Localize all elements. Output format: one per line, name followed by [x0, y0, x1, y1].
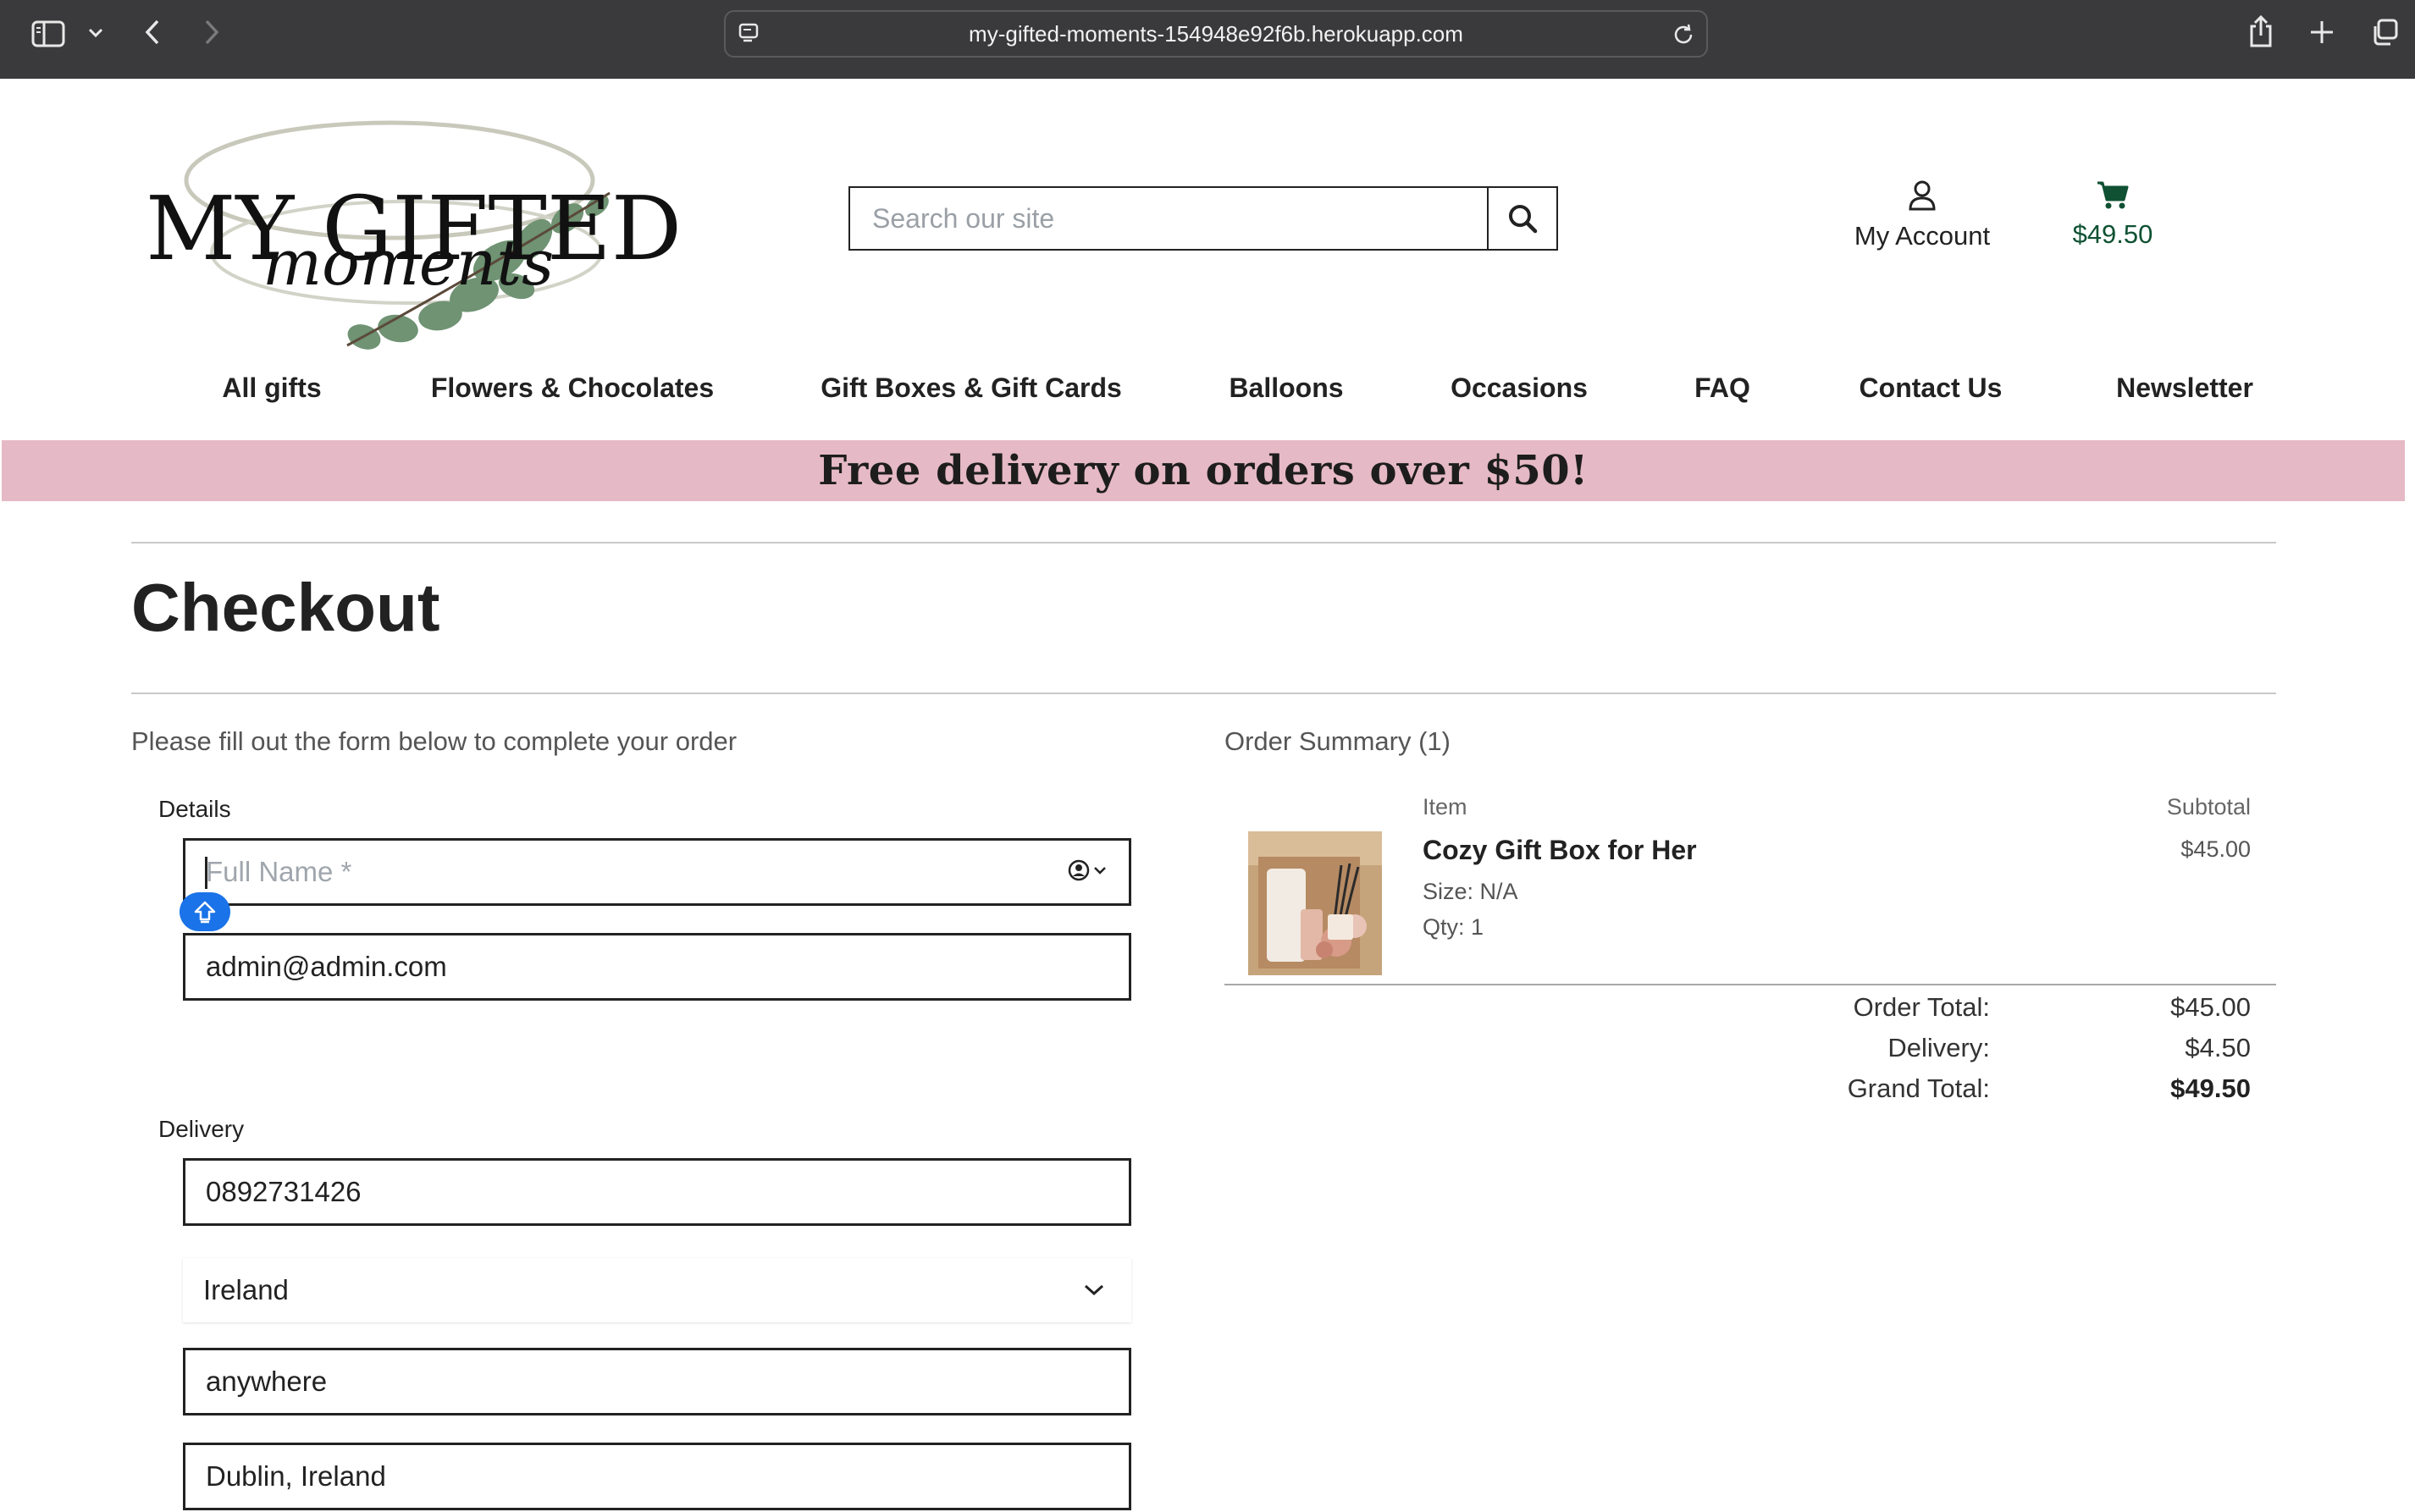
- cart-icon: [2097, 181, 2129, 209]
- browser-toolbar: my-gifted-moments-154948e92f6b.herokuapp…: [0, 0, 2415, 79]
- search-input[interactable]: [850, 188, 1487, 249]
- street-address-input[interactable]: [185, 1350, 1129, 1413]
- form-intro: Please fill out the form below to comple…: [131, 726, 738, 756]
- share-icon[interactable]: [2244, 12, 2278, 51]
- back-icon[interactable]: [135, 15, 169, 49]
- site-logo[interactable]: MY GIFTED moments: [135, 100, 682, 354]
- nav-balloons[interactable]: Balloons: [1229, 372, 1343, 404]
- grand-total-label: Grand Total:: [1847, 1073, 1990, 1103]
- logo-script: moments: [262, 227, 554, 300]
- autofill-contact-icon[interactable]: [1068, 859, 1107, 881]
- cart-total: $49.50: [2072, 219, 2153, 249]
- nav-newsletter[interactable]: Newsletter: [2116, 372, 2253, 404]
- product-name: Cozy Gift Box for Her: [1423, 835, 1697, 865]
- search-button[interactable]: [1487, 186, 1558, 251]
- forward-icon[interactable]: [195, 15, 229, 49]
- search-field[interactable]: [848, 186, 1489, 251]
- divider: [131, 693, 2276, 694]
- order-total-label: Order Total:: [1853, 992, 1990, 1022]
- main-nav: All gifts Flowers & Chocolates Gift Boxe…: [0, 372, 2415, 415]
- chevron-down-icon[interactable]: [83, 20, 108, 46]
- nav-occasions[interactable]: Occasions: [1451, 372, 1588, 404]
- url-text: my-gifted-moments-154948e92f6b.herokuapp…: [969, 20, 1463, 47]
- delivery-section-label: Delivery: [158, 1116, 245, 1142]
- chevron-down-icon: [1084, 1284, 1104, 1296]
- cart-link[interactable]: $49.50: [2049, 179, 2176, 264]
- full-name-input[interactable]: [185, 841, 1129, 903]
- tab-overview-icon[interactable]: [2368, 15, 2401, 49]
- nav-contact-us[interactable]: Contact Us: [1860, 372, 2003, 404]
- order-total-value: $45.00: [2170, 992, 2251, 1022]
- page-title: Checkout: [131, 570, 440, 645]
- nav-faq[interactable]: FAQ: [1694, 372, 1750, 404]
- item-column-header: Item: [1423, 794, 1467, 819]
- country-select-value: Ireland: [203, 1274, 289, 1305]
- product-subtotal: $45.00: [2180, 836, 2251, 862]
- address-bar[interactable]: my-gifted-moments-154948e92f6b.herokuapp…: [724, 10, 1708, 58]
- autofill-key-icon[interactable]: [180, 892, 230, 931]
- promo-banner: Free delivery on orders over $50!: [2, 440, 2405, 501]
- country-select[interactable]: Ireland: [183, 1258, 1131, 1322]
- phone-field[interactable]: [183, 1158, 1131, 1226]
- town-field[interactable]: [183, 1443, 1131, 1510]
- email-field[interactable]: [183, 933, 1131, 1001]
- promo-banner-text: Free delivery on orders over $50!: [818, 447, 1589, 494]
- nav-all-gifts[interactable]: All gifts: [222, 372, 321, 404]
- subtotal-column-header: Subtotal: [2166, 794, 2251, 819]
- search-icon: [1509, 205, 1538, 234]
- divider: [131, 542, 2276, 544]
- reload-icon[interactable]: [1671, 22, 1696, 52]
- grand-total-value: $49.50: [2170, 1073, 2251, 1103]
- product-qty: Qty: 1: [1423, 914, 1484, 940]
- product-size: Size: N/A: [1423, 879, 1518, 904]
- email-input[interactable]: [185, 935, 1129, 998]
- user-icon: [1909, 180, 1936, 211]
- delivery-value: $4.50: [2185, 1033, 2251, 1062]
- street-address-field[interactable]: [183, 1348, 1131, 1415]
- my-account-label: My Account: [1854, 221, 1991, 251]
- full-name-field[interactable]: [183, 838, 1131, 906]
- text-cursor: [205, 857, 207, 889]
- town-input[interactable]: [185, 1445, 1129, 1508]
- details-section-label: Details: [158, 796, 231, 822]
- order-summary-title: Order Summary (1): [1224, 726, 1451, 756]
- sidebar-toggle-icon[interactable]: [29, 17, 68, 51]
- my-account-link[interactable]: My Account: [1838, 179, 2007, 264]
- summary-divider: [1224, 984, 2276, 985]
- nav-flowers-chocolates[interactable]: Flowers & Chocolates: [431, 372, 714, 404]
- phone-input[interactable]: [185, 1161, 1129, 1223]
- new-tab-icon[interactable]: [2305, 15, 2339, 49]
- delivery-label: Delivery:: [1887, 1033, 1990, 1062]
- product-image[interactable]: [1248, 831, 1382, 975]
- nav-gift-boxes[interactable]: Gift Boxes & Gift Cards: [821, 372, 1122, 404]
